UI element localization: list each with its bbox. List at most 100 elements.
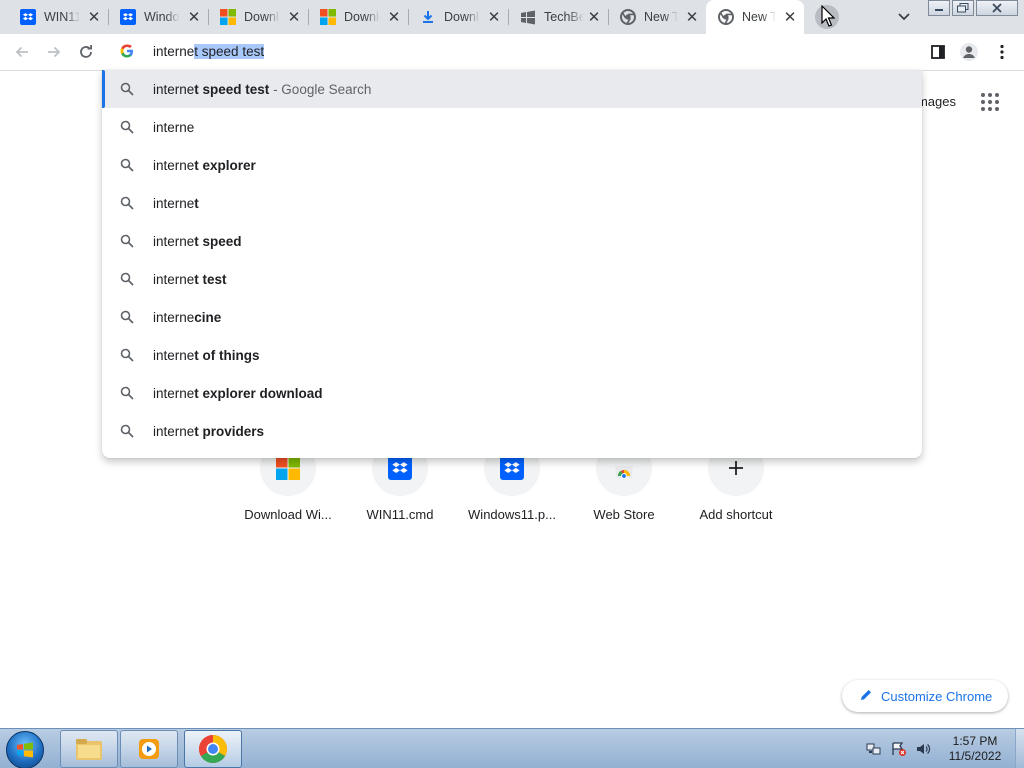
back-button[interactable] — [10, 40, 34, 64]
suggestion-text: internet speed test - Google Search — [153, 82, 371, 97]
suggestion-match: interne — [153, 119, 195, 135]
suggestion-row[interactable]: internet speed — [102, 222, 922, 260]
taskbar: 1:57 PM 11/5/2022 — [0, 728, 1024, 768]
suggestion-text: internet explorer — [153, 158, 256, 173]
suggestion-completion: t test — [194, 271, 227, 287]
tab-download-1[interactable]: Download ✕ — [208, 0, 308, 34]
suggestion-text: internecine — [153, 310, 221, 325]
windows-flag-icon — [17, 742, 33, 758]
suggestion-match: interne — [153, 271, 195, 287]
dropbox-icon — [120, 9, 136, 25]
volume-icon[interactable] — [915, 741, 931, 757]
side-panel-button[interactable] — [926, 40, 950, 64]
close-icon[interactable]: ✕ — [286, 9, 302, 26]
chevron-down-icon — [898, 13, 910, 21]
shortcut-title: Add shortcut — [699, 507, 773, 522]
close-icon[interactable]: ✕ — [586, 9, 602, 26]
windows-logo-icon — [220, 9, 236, 25]
close-icon[interactable]: ✕ — [684, 9, 700, 26]
suggestion-row[interactable]: internet of things — [102, 336, 922, 374]
tab-download-3[interactable]: Download ✕ — [408, 0, 508, 34]
tab-techbench[interactable]: TechBench ✕ — [508, 0, 608, 34]
autocomplete-selection: t speed test — [194, 44, 265, 59]
google-apps-icon[interactable] — [981, 93, 999, 111]
profile-button[interactable] — [957, 40, 981, 64]
folder-icon — [76, 739, 102, 760]
suggestion-completion: t of things — [194, 347, 260, 363]
tab-windows11[interactable]: Windows11 ✕ — [108, 0, 208, 34]
close-icon[interactable]: ✕ — [86, 9, 102, 26]
suggestion-text: internet of things — [153, 348, 260, 363]
google-icon — [120, 44, 134, 61]
menu-button[interactable] — [990, 40, 1014, 64]
forward-button[interactable] — [42, 40, 66, 64]
tab-download-2[interactable]: Download ✕ — [308, 0, 408, 34]
suggestion-completion: t explorer — [194, 157, 256, 173]
network-icon[interactable] — [866, 741, 882, 757]
action-center-icon[interactable] — [891, 741, 907, 757]
suggestion-row[interactable]: internet providers — [102, 412, 922, 450]
minimize-button[interactable] — [928, 0, 950, 16]
reload-button[interactable] — [74, 40, 98, 64]
tab-title: Download — [444, 10, 480, 24]
suggestion-completion: cine — [194, 309, 222, 325]
arrow-right-icon — [48, 46, 61, 58]
clock-date: 11/5/2022 — [948, 749, 1002, 763]
chrome-icon — [718, 9, 734, 25]
tab-new-tab-1[interactable]: New Tab ✕ — [608, 0, 706, 34]
close-icon[interactable]: ✕ — [486, 9, 502, 26]
media-player-icon — [139, 739, 159, 759]
restore-button[interactable] — [952, 0, 974, 16]
arrow-left-icon — [15, 46, 28, 58]
taskbar-explorer[interactable] — [60, 730, 118, 768]
close-icon[interactable]: ✕ — [186, 9, 202, 26]
avatar — [960, 43, 978, 61]
images-link[interactable]: Images — [916, 94, 956, 109]
suggestion-match: interne — [153, 385, 195, 401]
suggestion-description: - Google Search — [269, 81, 372, 97]
start-button[interactable] — [6, 731, 44, 768]
close-window-button[interactable] — [976, 0, 1018, 16]
tab-title: New Tab — [742, 10, 776, 24]
suggestion-completion: t speed — [194, 233, 242, 249]
customize-chrome-button[interactable]: Customize Chrome — [842, 680, 1008, 712]
search-icon — [120, 82, 134, 96]
address-bar[interactable]: internet speed test — [102, 34, 922, 70]
suggestion-row[interactable]: internet speed test - Google Search — [102, 70, 922, 108]
close-icon[interactable]: ✕ — [386, 9, 402, 26]
search-icon — [120, 272, 134, 286]
tab-title: Windows11 — [144, 10, 180, 24]
show-desktop-button[interactable] — [1015, 729, 1024, 768]
side-panel-icon — [931, 45, 945, 59]
suggestion-match: interne — [153, 157, 195, 173]
dropbox-icon — [20, 9, 36, 25]
shortcut-title: Windows11.p... — [468, 507, 556, 522]
taskbar-media-player[interactable] — [120, 730, 178, 768]
suggestion-completion: t speed test — [194, 81, 270, 97]
omnibox-suggestions: internet speed test - Google Search inter… — [102, 70, 922, 458]
close-icon[interactable]: ✕ — [782, 9, 798, 26]
tab-title: Download — [244, 10, 280, 24]
search-icon — [120, 196, 134, 210]
tab-search-button[interactable] — [894, 8, 914, 26]
shortcut-title: Download Wi... — [244, 507, 332, 522]
suggestion-completion: t explorer download — [194, 385, 323, 401]
pencil-icon — [859, 688, 873, 705]
suggestion-row[interactable]: internet test — [102, 260, 922, 298]
suggestion-row[interactable]: internet explorer — [102, 146, 922, 184]
suggestion-row[interactable]: internecine — [102, 298, 922, 336]
suggestion-text: internet — [153, 196, 199, 211]
suggestion-text: internet speed — [153, 234, 242, 249]
suggestion-match: interne — [153, 233, 195, 249]
clock-time: 1:57 PM — [952, 734, 998, 748]
search-icon — [120, 310, 134, 324]
tab-win11-cmd[interactable]: WIN11.cmd ✕ — [8, 0, 108, 34]
suggestion-row[interactable]: internet — [102, 184, 922, 222]
address-input[interactable]: internet speed test — [153, 44, 265, 59]
suggestion-text: internet providers — [153, 424, 264, 439]
taskbar-clock[interactable]: 1:57 PM 11/5/2022 — [940, 734, 1010, 764]
suggestion-row[interactable]: internet explorer download — [102, 374, 922, 412]
tab-new-tab-active[interactable]: New Tab ✕ — [706, 0, 804, 34]
taskbar-chrome[interactable] — [184, 730, 242, 768]
suggestion-row[interactable]: interne — [102, 108, 922, 146]
